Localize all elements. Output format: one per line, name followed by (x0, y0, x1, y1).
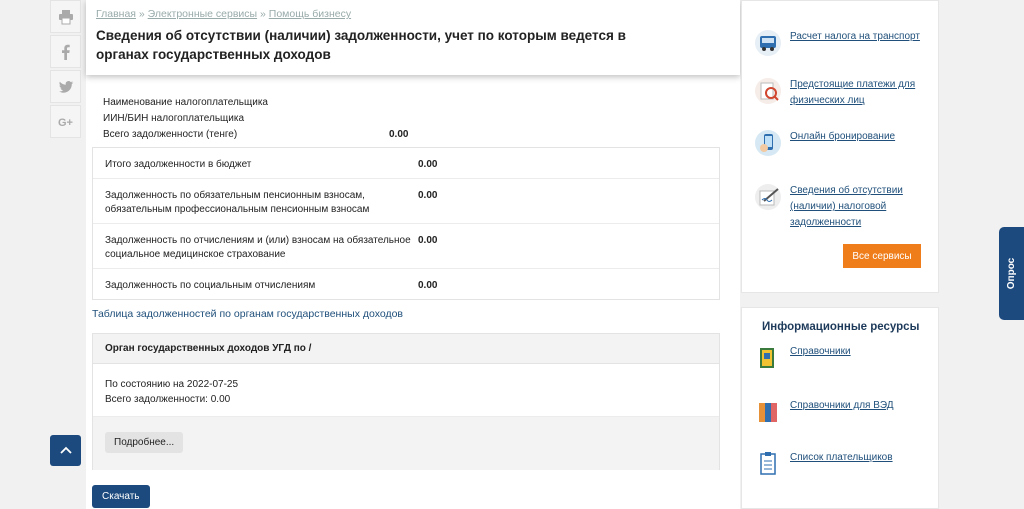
table-row: Итого задолженности в бюджет 0.00 (93, 148, 719, 179)
resource-item[interactable]: Справочники (754, 344, 925, 372)
chevron-up-icon (59, 446, 72, 454)
twitter-share-button[interactable] (50, 70, 81, 103)
print-icon (58, 9, 73, 24)
services-card: Расчет налога на транспорт Предстоящие п… (741, 0, 939, 293)
org-panel-header[interactable]: Орган государственных доходов УГД по / (93, 334, 719, 364)
scroll-to-top-button[interactable] (50, 435, 81, 466)
table-row: Задолженность по отчислениям и (или) взн… (93, 224, 719, 269)
resources-title: Информационные ресурсы (762, 321, 920, 333)
all-services-button[interactable]: Все сервисы (843, 244, 921, 268)
total-debt-value: 0.00 (389, 129, 409, 140)
debt-row-value: 0.00 (418, 235, 438, 246)
debt-row-label: Итого задолженности в бюджет (105, 159, 252, 170)
search-document-icon (755, 78, 781, 104)
googleplus-share-button[interactable]: G+ (50, 105, 81, 138)
breadcrumb-business[interactable]: Помощь бизнесу (269, 8, 351, 20)
table-row: Задолженность по обязательным пенсионным… (93, 179, 719, 224)
share-sidebar: G+ (50, 0, 81, 140)
debt-row-value: 0.00 (418, 190, 438, 201)
breadcrumb-separator: » (135, 8, 148, 20)
debt-row-label: Задолженность по социальным отчислениям (105, 280, 316, 291)
debt-by-org-table-link[interactable]: Таблица задолженностей по органам госуда… (92, 308, 403, 320)
checklist-icon (760, 452, 776, 475)
main-content: Главная » Электронные сервисы » Помощь б… (86, 0, 740, 509)
poll-label: Опрос (1006, 257, 1017, 290)
facebook-share-button[interactable] (50, 35, 81, 68)
org-total-debt: Всего задолженности: 0.00 (105, 394, 231, 405)
breadcrumb: Главная » Электронные сервисы » Помощь б… (96, 8, 730, 20)
twitter-icon (58, 80, 73, 93)
debt-row-value: 0.00 (418, 280, 438, 291)
resource-label: Справочники (790, 346, 851, 357)
org-debt-panel: Орган государственных доходов УГД по / П… (92, 333, 720, 470)
service-item[interactable]: Предстоящие платежи для физических лиц (754, 77, 925, 109)
title-card: Главная » Электронные сервисы » Помощь б… (86, 0, 740, 75)
poll-tab[interactable]: Опрос (999, 227, 1024, 320)
resource-item[interactable]: Справочники для ВЭД (754, 398, 925, 426)
facebook-icon (61, 44, 70, 60)
page: G+ Главная » Электронные сервисы » Помощ… (0, 0, 1024, 509)
service-item[interactable]: Расчет налога на транспорт (754, 29, 925, 57)
page-title: Сведения об отсутствии (наличии) задолже… (96, 28, 626, 62)
table-row: Задолженность по социальным отчислениям 0… (93, 269, 719, 299)
debt-row-label: Задолженность по отчислениям и (или) взн… (105, 235, 411, 260)
resource-label: Список плательщиков (790, 452, 893, 463)
org-panel-footer: Подробнее... (93, 416, 719, 470)
as-of-date: По состоянию на 2022-07-25 (105, 379, 239, 390)
googleplus-icon: G+ (58, 117, 73, 129)
resource-label: Справочники для ВЭД (790, 400, 894, 411)
debt-row-value: 0.00 (418, 159, 438, 170)
org-panel-body: По состоянию на 2022-07-25 Всего задолже… (93, 364, 719, 416)
phone-booking-icon (755, 130, 781, 156)
debt-row-label: Задолженность по обязательным пенсионным… (105, 190, 370, 215)
taxpayer-name-label: Наименование налогоплательщика (103, 97, 268, 108)
svg-text:G+: G+ (58, 117, 73, 129)
service-item[interactable]: Сведения об отсутствии (наличии) налогов… (754, 183, 925, 231)
service-label: Расчет налога на транспорт (790, 31, 920, 42)
service-item[interactable]: Онлайн бронирование (754, 129, 925, 157)
service-label: Онлайн бронирование (790, 131, 896, 142)
resource-item[interactable]: Список плательщиков (754, 450, 925, 478)
resources-card: Информационные ресурсы Справочники Справ… (741, 307, 939, 509)
books-icon (759, 403, 777, 422)
breadcrumb-separator: » (257, 8, 269, 20)
breadcrumb-home[interactable]: Главная (96, 8, 136, 20)
breadcrumb-services[interactable]: Электронные сервисы (148, 8, 257, 20)
print-button[interactable] (50, 0, 81, 33)
signature-document-icon (755, 184, 781, 210)
total-debt-label: Всего задолженности (тенге) (103, 129, 238, 140)
service-label: Сведения об отсутствии (наличии) налогов… (790, 185, 903, 228)
taxpayer-iin-label: ИИН/БИН налогоплательщика (103, 113, 245, 124)
bus-icon (755, 30, 781, 56)
debt-table: Итого задолженности в бюджет 0.00 Задолже… (92, 147, 720, 300)
service-label: Предстоящие платежи для физических лиц (790, 79, 916, 106)
book-icon (760, 348, 774, 368)
taxpayer-info: Наименование налогоплательщика ИИН/БИН н… (103, 95, 408, 143)
more-details-button[interactable]: Подробнее... (105, 432, 184, 453)
download-button[interactable]: Скачать (92, 485, 150, 508)
